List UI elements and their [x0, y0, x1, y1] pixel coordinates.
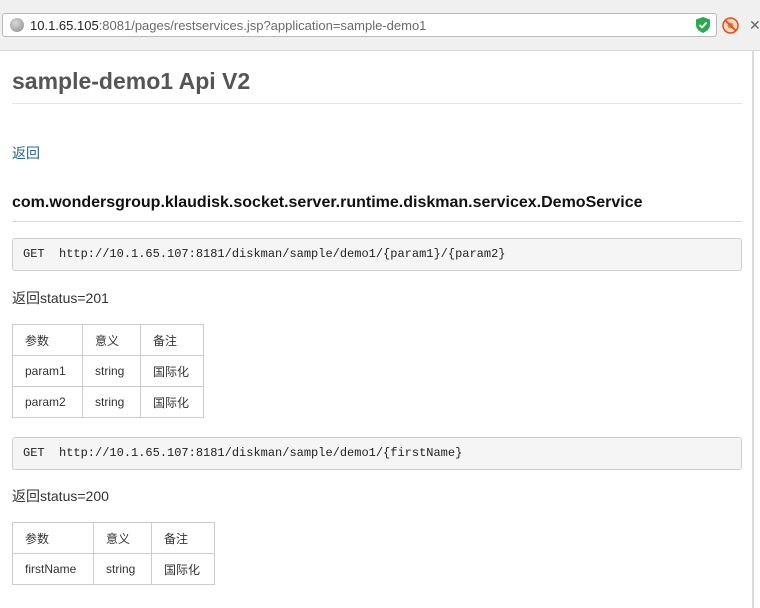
table-row: param1 string 国际化 — [12, 355, 204, 387]
table-header: 参数 — [12, 522, 94, 554]
endpoint-request: GET http://10.1.65.107:8181/diskman/samp… — [23, 446, 463, 460]
params-table: 参数 意义 备注 param1 string 国际化 param2 string… — [12, 324, 204, 418]
blocked-plugin-icon[interactable] — [722, 17, 739, 34]
table-header: 备注 — [151, 522, 215, 554]
toolbar-overflow-icon[interactable]: ✕ — [749, 17, 760, 34]
endpoint-status: 返回status=200 — [12, 488, 109, 504]
table-cell: param1 — [12, 355, 83, 387]
endpoint-request-box: GET http://10.1.65.107:8181/diskman/samp… — [12, 238, 742, 271]
service-title: com.wondersgroup.klaudisk.socket.server.… — [12, 194, 643, 211]
page-title: sample-demo1 Api V2 — [12, 68, 251, 94]
table-cell: 国际化 — [140, 386, 204, 418]
table-header: 备注 — [140, 324, 204, 356]
title-divider — [12, 103, 742, 104]
table-header: 意义 — [93, 522, 152, 554]
endpoint-request-box: GET http://10.1.65.107:8181/diskman/samp… — [12, 437, 742, 470]
browser-toolbar: 10.1.65.105:8081/pages/restservices.jsp?… — [0, 0, 760, 51]
service-divider — [12, 221, 742, 222]
table-cell: firstName — [12, 553, 94, 585]
url-path: :8081/pages/restservices.jsp?application… — [98, 18, 427, 33]
table-cell: string — [93, 553, 152, 585]
table-cell: 国际化 — [140, 355, 204, 387]
table-header-row: 参数 意义 备注 — [12, 324, 204, 356]
address-bar[interactable]: 10.1.65.105:8081/pages/restservices.jsp?… — [2, 13, 717, 37]
table-cell: string — [82, 386, 141, 418]
params-table: 参数 意义 备注 firstName string 国际化 — [12, 522, 215, 585]
table-header: 意义 — [82, 324, 141, 356]
table-header-row: 参数 意义 备注 — [12, 522, 215, 554]
site-info-icon[interactable] — [10, 18, 24, 32]
table-header: 参数 — [12, 324, 83, 356]
url-text[interactable]: 10.1.65.105:8081/pages/restservices.jsp?… — [30, 18, 426, 33]
url-host: 10.1.65.105 — [30, 18, 99, 33]
back-link[interactable]: 返回 — [12, 144, 40, 162]
shield-check-icon[interactable] — [696, 17, 710, 33]
table-row: param2 string 国际化 — [12, 386, 204, 418]
table-cell: 国际化 — [151, 553, 215, 585]
table-cell: param2 — [12, 386, 83, 418]
page-scroll-edge — [752, 51, 754, 608]
table-row: firstName string 国际化 — [12, 553, 215, 585]
endpoint-status: 返回status=201 — [12, 290, 109, 306]
table-cell: string — [82, 355, 141, 387]
endpoint-request: GET http://10.1.65.107:8181/diskman/samp… — [23, 247, 506, 261]
